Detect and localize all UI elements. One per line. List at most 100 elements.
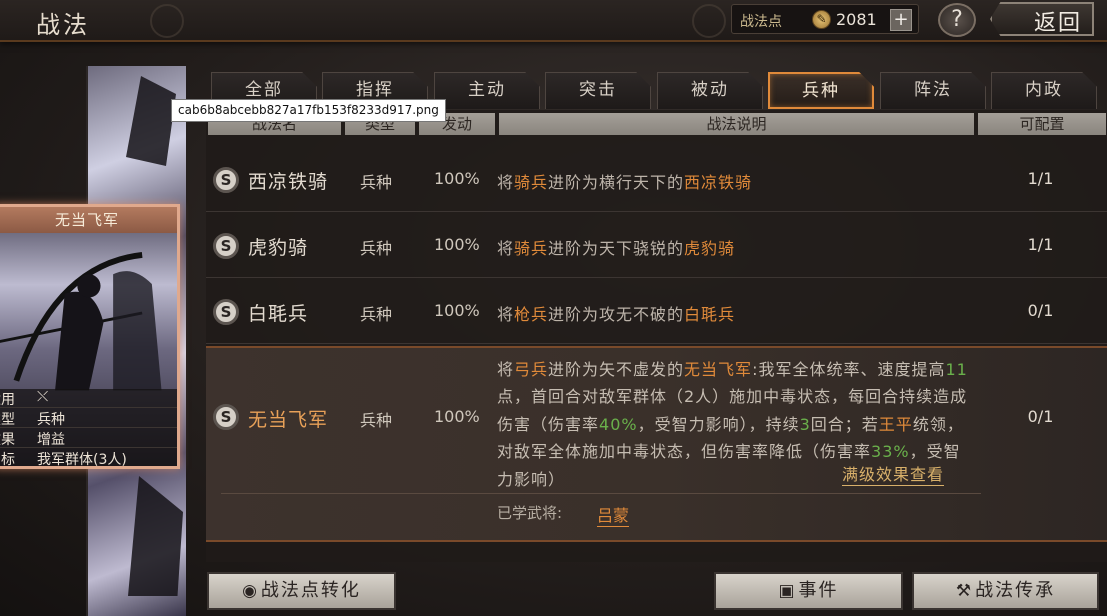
divider [221,493,981,494]
tactic-description: 将枪兵进阶为攻无不破的白毦兵 [497,301,735,325]
tactic-type: 兵种 [360,173,393,192]
description-segment: 无当飞军 [684,360,753,379]
help-button[interactable]: ? [938,3,976,37]
ornament-icon [692,4,726,38]
tab-passive[interactable]: 被动 [657,72,763,109]
tactic-description: 将骑兵进阶为横行天下的西凉铁骑 [497,169,752,193]
grade-s-badge: S [213,233,239,259]
card-info-row: 适用 ⤬ [0,389,177,408]
back-button[interactable]: 返回 [990,2,1094,36]
add-points-button[interactable]: + [890,9,912,31]
tab-formation[interactable]: 阵法 [880,72,986,109]
table-row[interactable]: S 白毦兵 兵种 100% 将枪兵进阶为攻无不破的白毦兵 0/1 [206,280,1107,344]
description-segment: 虎豹骑 [684,239,736,258]
tactic-name: 白毦兵 [248,303,309,325]
tab-active[interactable]: 主动 [434,72,540,109]
table-row[interactable]: S 西凉铁骑 兵种 100% 将骑兵进阶为横行天下的西凉铁骑 1/1 [206,148,1107,212]
tactic-rate: 100% [434,407,480,426]
description-segment: 回合；若 [810,414,879,434]
convert-points-button[interactable]: ◉ 战法点转化 [207,572,396,610]
top-bar: 战法 战法点 ✎ 2081 + ? 返回 [0,0,1107,42]
card-info-row: 类型 兵种 [0,409,177,428]
description-segment: 进阶为攻无不破的 [548,305,685,324]
inherit-button[interactable]: ⚒ 战法传承 [912,572,1099,610]
description-segment: 进阶为横行天下的 [548,173,685,192]
tactic-point-coin-icon: ✎ [812,10,831,29]
card-info-value: 我军群体(3人) [37,452,127,468]
tactic-type: 兵种 [360,239,393,258]
tactic-configurable: 1/1 [1027,169,1054,188]
tactics-table: 战法名 类型 发动 战法说明 可配置 S 西凉铁骑 兵种 100% 将骑兵进阶为… [206,110,1107,562]
card-title: 无当飞军 [0,207,177,233]
tactic-rate: 100% [434,169,480,188]
card-info-key: 目标 [0,452,15,468]
card-info-key: 适用 [0,392,15,408]
description-segment: 进阶为矢不虚发的 [548,360,685,379]
tactic-points-value: 2081 [836,10,877,29]
card-info-value: 增益 [37,432,65,448]
description-segment: 进阶为天下骁锐的 [548,239,685,258]
table-row-selected[interactable]: S 无当飞军 兵种 100% 将弓兵进阶为矢不虚发的无当飞军:我军全体统率、速度… [206,346,1107,542]
description-segment: :我军全体统率、速度提高 [752,360,946,379]
tactic-type: 兵种 [360,411,393,430]
tab-troop-type[interactable]: 兵种 [768,72,874,109]
description-segment: 弓兵 [514,360,549,379]
tactic-rate: 100% [434,301,480,320]
selected-tactic-card[interactable]: 无当飞军 适用 ⤬ 类型 兵种 效果 增益 目标 我军群体(3人) [0,204,180,469]
tactic-configurable: 1/1 [1027,235,1054,254]
grade-s-badge: S [213,404,239,430]
tactic-name: 无当飞军 [248,409,329,431]
inherit-label: 战法传承 [975,580,1056,601]
description-segment: 将 [497,305,515,324]
tactic-name: 虎豹骑 [248,237,309,259]
cross-weapons-icon: ⤬ [37,389,49,405]
description-segment: 将 [497,239,515,258]
tactic-type: 兵种 [360,305,393,324]
archer-art [0,252,162,391]
tactic-points-display: 战法点 ✎ 2081 + [731,4,919,34]
header-configurable[interactable]: 可配置 [978,113,1106,135]
learned-general-link[interactable]: 吕蒙 [597,502,630,527]
description-segment: 骑兵 [514,173,549,192]
card-info-key: 效果 [0,432,15,448]
max-level-effect-link[interactable]: 满级效果查看 [842,461,945,486]
description-segment: 将 [497,360,515,379]
card-info-row: 效果 增益 [0,429,177,448]
description-segment: 西凉铁骑 [684,173,753,192]
tactic-name: 西凉铁骑 [248,171,329,193]
card-info-key: 类型 [0,412,15,428]
alert-icon: ▣ [778,581,797,601]
table-row[interactable]: S 虎豹骑 兵种 100% 将骑兵进阶为天下骁锐的虎豹骑 1/1 [206,214,1107,278]
ornament-icon [150,4,184,38]
filename-tooltip: cab6b8abcebb827a17fb153f8233d917.png [171,99,446,122]
description-segment: 3 [799,414,811,434]
tactic-configurable: 0/1 [1027,407,1054,426]
description-segment: 王平 [878,414,913,434]
card-info-row: 目标 我军群体(3人) [0,449,177,468]
tab-internal-affairs[interactable]: 内政 [991,72,1097,109]
hammer-icon: ⚒ [955,581,974,601]
description-segment: 枪兵 [514,305,549,324]
tactic-configurable: 0/1 [1027,301,1054,320]
description-segment: ，受智力影响），持续 [637,414,800,434]
grade-s-badge: S [213,167,239,193]
description-segment: 11 [945,360,968,379]
event-button[interactable]: ▣ 事件 [714,572,903,610]
tactic-rate: 100% [434,235,480,254]
tab-assault[interactable]: 突击 [545,72,651,109]
card-info: 适用 ⤬ 类型 兵种 效果 增益 目标 我军群体(3人) [0,389,177,468]
learned-generals-label: 已学武将: [497,504,563,522]
description-segment: 将 [497,173,515,192]
description-segment: 骑兵 [514,239,549,258]
convert-points-label: 战法点转化 [260,580,361,601]
event-label: 事件 [798,580,839,601]
tactic-points-label: 战法点 [740,14,782,30]
description-segment: 白毦兵 [684,305,736,324]
description-segment: 33% [871,442,910,462]
warrior-silhouette [126,76,176,166]
description-segment: 40% [599,414,638,434]
warrior-silhouette [128,476,183,596]
header-description: 战法说明 [499,113,974,135]
card-info-value: 兵种 [37,412,65,428]
page-title: 战法 [36,11,90,39]
